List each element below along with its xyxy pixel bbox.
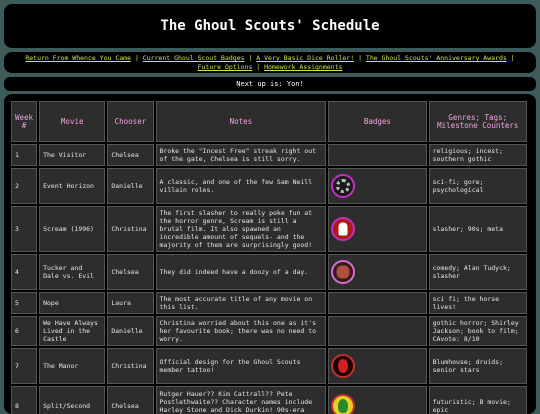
table-row: 6 We Have Always Lived in the Castle Danie… [11, 316, 527, 346]
genres-cell: religious; incest; southern gothic [428, 144, 527, 166]
chooser-cell: Laura [107, 292, 154, 314]
week-cell: 5 [11, 292, 38, 314]
badge-cell [328, 386, 427, 414]
notes-cell: Official design for the Ghoul Scouts mem… [155, 348, 327, 384]
next-up-text: Next up is: Yon! [236, 80, 304, 88]
week-cell: 1 [11, 144, 38, 166]
badge-cell [328, 292, 427, 314]
nav-bar: Return From Whence You Came | Current Gh… [4, 52, 536, 73]
chooser-cell: Danielle [107, 316, 154, 346]
column-header-chooser: Chooser [107, 101, 154, 142]
horse-badge-icon [331, 354, 356, 378]
face-badge-icon [331, 260, 356, 284]
column-header-notes: Notes [155, 101, 327, 142]
badge-cell [328, 144, 427, 166]
nav-link-homework[interactable]: Homework Assignments [264, 63, 342, 71]
movie-cell: Split/Second [39, 386, 106, 414]
title-banner: The Ghoul Scouts' Schedule [4, 4, 536, 48]
nav-separator: | [510, 54, 515, 62]
nav-link-current-badges[interactable]: Current Ghoul Scout Badges [143, 54, 245, 62]
nav-link-dice-roller[interactable]: A Very Basic Dice Roller! [256, 54, 354, 62]
week-cell: 3 [11, 206, 38, 252]
movie-cell: The Visitor [39, 144, 106, 166]
genres-cell: comedy; Alan Tudyck; slasher [428, 254, 527, 290]
notes-cell: Christina worried about this one as it's… [155, 316, 327, 346]
notes-cell: The first slasher to really poke fun at … [155, 206, 327, 252]
table-row: 1 The Visitor Chelsea Broke the "Incest Fre… [11, 144, 527, 166]
nav-separator: | [248, 54, 253, 62]
nav-separator: | [256, 63, 261, 71]
movie-cell: Tucker and Dale vs. Evil [39, 254, 106, 290]
nav-link-future-options[interactable]: Future Options [198, 63, 253, 71]
genres-cell: sci fi; the horse lives! [428, 292, 527, 314]
week-cell: 8 [11, 386, 38, 414]
chooser-cell: Christina [107, 348, 154, 384]
genres-cell: gothic horror; Shirley Jackson; book to … [428, 316, 527, 346]
alien-badge-icon [331, 394, 356, 414]
table-row: 2 Event Horizon Danielle A classic, and one… [11, 168, 527, 204]
genres-cell: Blumhouse; druids; senior stars [428, 348, 527, 384]
schedule-table-container: Week # Movie Chooser Notes Badges Genres… [4, 94, 536, 414]
column-header-week: Week # [11, 101, 38, 142]
badge-cell [328, 206, 427, 252]
movie-cell: Nope [39, 292, 106, 314]
notes-cell: The most accurate title of any movie on … [155, 292, 327, 314]
column-header-badges: Badges [328, 101, 427, 142]
genres-cell: sci-fi; gore; psychological [428, 168, 527, 204]
notes-cell: Broke the "Incest Free" streak right out… [155, 144, 327, 166]
nav-separator: | [358, 54, 362, 62]
badge-cell [328, 254, 427, 290]
table-row: 3 Scream (1996) Christina The first slasher… [11, 206, 527, 252]
nav-separator: | [134, 54, 139, 62]
column-header-movie: Movie [39, 101, 106, 142]
genres-cell: slasher; 90s; meta [428, 206, 527, 252]
chooser-cell: Chelsea [107, 386, 154, 414]
week-cell: 6 [11, 316, 38, 346]
table-row: 4 Tucker and Dale vs. Evil Chelsea They did… [11, 254, 527, 290]
badge-cell [328, 348, 427, 384]
notes-cell: They did indeed have a doozy of a day. [155, 254, 327, 290]
schedule-table: Week # Movie Chooser Notes Badges Genres… [9, 99, 529, 414]
badge-cell [328, 316, 427, 346]
table-row: 5 Nope Laura The most accurate title of any… [11, 292, 527, 314]
chooser-cell: Chelsea [107, 144, 154, 166]
genres-cell: futuristic; B movie; epic [428, 386, 527, 414]
chooser-cell: Christina [107, 206, 154, 252]
chooser-cell: Danielle [107, 168, 154, 204]
movie-cell: We Have Always Lived in the Castle [39, 316, 106, 346]
nav-link-return[interactable]: Return From Whence You Came [25, 54, 131, 62]
week-cell: 2 [11, 168, 38, 204]
notes-cell: A classic, and one of the few Sam Neill … [155, 168, 327, 204]
notes-cell: Rutger Hauer?? Kim Cattrall?? Pete Postl… [155, 386, 327, 414]
week-cell: 4 [11, 254, 38, 290]
week-cell: 7 [11, 348, 38, 384]
ghostface-badge-icon [331, 217, 356, 241]
badge-cell [328, 168, 427, 204]
gear-badge-icon [331, 174, 356, 198]
table-row: 8 Split/Second Chelsea Rutger Hauer?? Kim C… [11, 386, 527, 414]
chooser-cell: Chelsea [107, 254, 154, 290]
movie-cell: The Manor [39, 348, 106, 384]
next-up-banner: Next up is: Yon! [4, 77, 536, 91]
column-header-genres: Genres; Tags; Milestone Counters [428, 101, 527, 142]
movie-cell: Event Horizon [39, 168, 106, 204]
page-title: The Ghoul Scouts' Schedule [160, 18, 380, 34]
nav-link-anniversary-awards[interactable]: The Ghoul Scouts' Anniversary Awards [366, 54, 507, 62]
table-row: 7 The Manor Christina Official design for t… [11, 348, 527, 384]
movie-cell: Scream (1996) [39, 206, 106, 252]
table-header-row: Week # Movie Chooser Notes Badges Genres… [11, 101, 527, 142]
